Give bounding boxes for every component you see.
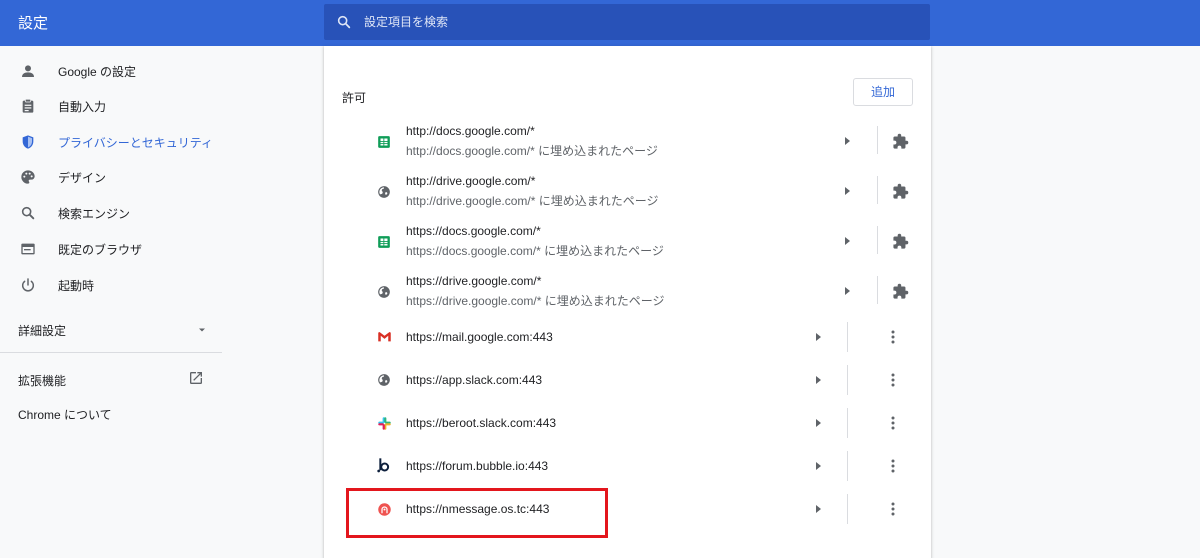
sidebar-item-label: デザイン: [58, 170, 107, 185]
arrow-right-icon[interactable]: [813, 418, 823, 428]
bubble-icon: [376, 457, 392, 473]
search-icon: [337, 15, 351, 29]
sidebar-item-autofill[interactable]: 自動入力: [0, 89, 222, 123]
site-embedded-note: https://docs.google.com/* に埋め込まれたページ: [406, 244, 664, 258]
shield-icon: [19, 133, 37, 151]
sidebar-item-google-settings[interactable]: Google の設定: [0, 54, 222, 88]
sidebar-item-appearance[interactable]: デザイン: [0, 160, 222, 194]
site-url: https://mail.google.com:443: [406, 330, 553, 344]
more-vert-icon[interactable]: [884, 457, 902, 475]
search-box[interactable]: [324, 4, 930, 40]
highlight-annotation-box: [346, 488, 608, 538]
row-separator: [847, 408, 848, 438]
advanced-settings-label: 詳細設定: [18, 324, 67, 338]
arrow-right-icon[interactable]: [813, 375, 823, 385]
row-separator: [847, 451, 848, 481]
app-header: 設定: [0, 0, 1200, 46]
sheets-icon: [376, 234, 392, 250]
more-vert-icon[interactable]: [884, 371, 902, 389]
search-icon: [19, 204, 37, 222]
open-in-new-icon: [190, 372, 202, 384]
chevron-down-icon: [199, 328, 205, 332]
arrow-right-icon[interactable]: [813, 332, 823, 342]
site-embedded-note: https://drive.google.com/* に埋め込まれたページ: [406, 294, 665, 308]
sidebar-item-label: プライバシーとセキュリティ: [58, 135, 214, 150]
site-url: https://drive.google.com/*: [406, 274, 542, 288]
page-title: 設定: [18, 15, 49, 32]
row-separator: [877, 176, 878, 204]
power-icon: [19, 276, 37, 294]
browser-icon: [19, 240, 37, 258]
sidebar-item-default-browser[interactable]: 既定のブラウザ: [0, 232, 222, 266]
row-separator: [847, 494, 848, 524]
arrow-right-icon[interactable]: [842, 136, 852, 146]
puzzle-icon[interactable]: [891, 182, 909, 200]
site-url: http://docs.google.com/*: [406, 124, 535, 138]
more-vert-icon[interactable]: [884, 500, 902, 518]
sheets-icon: [376, 134, 392, 150]
site-row[interactable]: https://app.slack.com:443: [324, 359, 931, 401]
row-separator: [847, 365, 848, 395]
site-row[interactable]: http://drive.google.com/* http://drive.g…: [324, 168, 931, 218]
more-vert-icon[interactable]: [884, 414, 902, 432]
arrow-right-icon[interactable]: [813, 504, 823, 514]
site-embedded-note: http://docs.google.com/* に埋め込まれたページ: [406, 144, 658, 158]
site-url: https://docs.google.com/*: [406, 224, 541, 238]
site-row[interactable]: http://docs.google.com/* http://docs.goo…: [324, 118, 931, 168]
person-icon: [19, 62, 37, 80]
more-vert-icon[interactable]: [884, 328, 902, 346]
arrow-right-icon[interactable]: [842, 186, 852, 196]
sidebar-item-label: 既定のブラウザ: [58, 242, 143, 257]
row-separator: [877, 226, 878, 254]
globe-icon: [376, 184, 392, 200]
sidebar: Google の設定 自動入力 プライバシーとセキュリティ デザイン 検索エンジ…: [0, 46, 222, 558]
puzzle-icon[interactable]: [891, 132, 909, 150]
puzzle-icon[interactable]: [891, 232, 909, 250]
palette-icon: [19, 168, 37, 186]
row-separator: [877, 126, 878, 154]
sidebar-item-on-startup[interactable]: 起動時: [0, 268, 222, 302]
sidebar-item-label: 起動時: [58, 278, 95, 293]
settings-card: 許可 追加 http://docs.google.com/* http://do…: [324, 46, 931, 558]
row-separator: [847, 322, 848, 352]
site-url: https://app.slack.com:443: [406, 373, 543, 387]
advanced-settings-toggle[interactable]: 詳細設定: [18, 320, 208, 340]
site-url: http://drive.google.com/*: [406, 174, 536, 188]
arrow-right-icon[interactable]: [813, 461, 823, 471]
sidebar-item-search-engine[interactable]: 検索エンジン: [0, 196, 222, 230]
site-url: https://forum.bubble.io:443: [406, 459, 549, 473]
site-row[interactable]: https://beroot.slack.com:443: [324, 402, 931, 444]
site-url: https://beroot.slack.com:443: [406, 416, 557, 430]
sidebar-item-label: 検索エンジン: [58, 206, 131, 221]
sidebar-item-label: Google の設定: [58, 64, 137, 79]
sidebar-item-privacy-security[interactable]: プライバシーとセキュリティ: [0, 125, 222, 159]
globe-icon: [376, 372, 392, 388]
sidebar-item-about-chrome[interactable]: Chrome について: [18, 406, 112, 423]
arrow-right-icon[interactable]: [842, 286, 852, 296]
sidebar-item-extensions[interactable]: 拡張機能: [18, 370, 208, 390]
clipboard-icon: [19, 97, 37, 115]
globe-icon: [376, 284, 392, 300]
search-input[interactable]: [364, 4, 914, 40]
allow-section-label: 許可: [342, 91, 367, 105]
site-row[interactable]: https://docs.google.com/* https://docs.g…: [324, 218, 931, 268]
site-row[interactable]: https://drive.google.com/* https://drive…: [324, 268, 931, 318]
slack-icon: [376, 415, 392, 431]
site-embedded-note: http://drive.google.com/* に埋め込まれたページ: [406, 194, 659, 208]
puzzle-icon[interactable]: [891, 282, 909, 300]
extensions-label: 拡張機能: [18, 374, 67, 388]
sidebar-divider: [0, 352, 222, 353]
site-row[interactable]: https://mail.google.com:443: [324, 316, 931, 358]
site-row[interactable]: https://forum.bubble.io:443: [324, 445, 931, 487]
gmail-icon: [376, 329, 392, 345]
arrow-right-icon[interactable]: [842, 236, 852, 246]
sidebar-item-label: 自動入力: [58, 99, 107, 114]
row-separator: [877, 276, 878, 304]
add-button[interactable]: 追加: [853, 78, 913, 106]
